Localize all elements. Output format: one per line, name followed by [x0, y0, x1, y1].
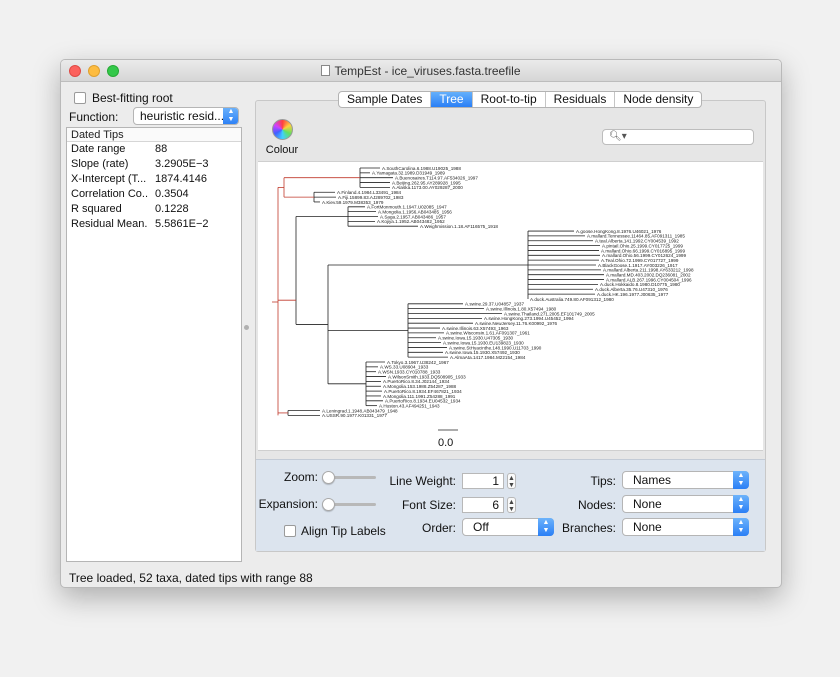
- font-size-stepper[interactable]: ▲ ▼: [507, 497, 516, 513]
- phylogenetic-tree: A.SouthCarolina.6.1988.U19025_1988A.Yama…: [272, 166, 694, 431]
- line-weight-stepper[interactable]: ▲ ▼: [507, 473, 516, 489]
- expansion-label: Expansion:: [258, 497, 318, 511]
- tree-controls: Zoom: Expansion: Align Tip Labels Line W…: [256, 459, 765, 551]
- tree-tab-panel: Colour 🔍︎▾ A.SouthCarolina.6.1988.U19025…: [255, 100, 766, 552]
- status-bar-text: Tree loaded, 52 taxa, dated tips with ra…: [69, 571, 313, 585]
- tip-label[interactable]: A.USSR.90.1977.K01331_1977: [322, 413, 387, 418]
- stat-name: R squared: [71, 203, 122, 215]
- window-title: TempEst - ice_viruses.fasta.treefile: [61, 64, 781, 78]
- font-size-field[interactable]: 6: [462, 497, 504, 513]
- tip-label[interactable]: A.Weighmission.1.18.AF116575_1918: [420, 224, 498, 229]
- best-fitting-root-checkbox[interactable]: Best-fitting root: [74, 91, 173, 105]
- view-tabs: Sample Dates Tree Root-to-tip Residuals …: [338, 91, 703, 108]
- split-pane-handle[interactable]: [244, 325, 249, 330]
- search-icon: 🔍︎▾: [609, 131, 627, 142]
- chevron-updown-icon: ▲ ▼: [538, 518, 554, 536]
- chevron-updown-icon: ▲ ▼: [733, 495, 749, 513]
- tab-root-to-tip[interactable]: Root-to-tip: [471, 92, 545, 107]
- best-fitting-root-label: Best-fitting root: [92, 91, 173, 105]
- stat-value: 0.1228: [155, 203, 189, 215]
- colour-wheel-icon: [271, 119, 293, 140]
- zoom-slider[interactable]: [322, 471, 376, 484]
- stat-name: Residual Mean...: [71, 218, 148, 230]
- chevron-updown-icon: ▲ ▼: [223, 108, 238, 124]
- align-tip-labels-checkbox[interactable]: Align Tip Labels: [284, 524, 386, 538]
- checkbox-box[interactable]: [74, 92, 86, 104]
- zoom-slider-thumb[interactable]: [322, 471, 335, 484]
- line-weight-field[interactable]: 1: [462, 473, 504, 489]
- colour-label: Colour: [265, 144, 299, 156]
- stat-name: X-Intercept (T...: [71, 173, 147, 185]
- tree-canvas[interactable]: A.SouthCarolina.6.1988.U19025_1988 A.Yama…: [258, 161, 763, 451]
- tips-label: Tips:: [590, 474, 616, 488]
- stat-value: 88: [155, 143, 168, 155]
- align-tip-labels-label: Align Tip Labels: [301, 524, 386, 538]
- tip-label[interactable]: A.duck.Australia.749.80.AF091312_1980: [530, 297, 614, 302]
- tab-tree[interactable]: Tree: [430, 92, 472, 107]
- title-bar: TempEst - ice_viruses.fasta.treefile: [61, 60, 781, 82]
- tab-sample-dates[interactable]: Sample Dates: [339, 92, 430, 107]
- tab-node-density[interactable]: Node density: [614, 92, 701, 107]
- nodes-label: Nodes:: [577, 498, 616, 512]
- order-label: Order:: [421, 521, 456, 535]
- stat-value: 1874.4146: [155, 173, 207, 185]
- branches-select[interactable]: None ▲ ▼: [622, 518, 749, 536]
- table-row[interactable]: Slope (rate) 3.2905E−3: [67, 157, 241, 172]
- chevron-updown-icon: ▲ ▼: [733, 471, 749, 489]
- stat-value: 0.3504: [155, 188, 189, 200]
- stat-name: Slope (rate): [71, 158, 129, 170]
- document-icon: [321, 65, 331, 76]
- function-label: Function:: [69, 110, 119, 124]
- tips-select[interactable]: Names ▲ ▼: [622, 471, 749, 489]
- table-row[interactable]: X-Intercept (T... 1874.4146: [67, 172, 241, 187]
- table-row[interactable]: Residual Mean... 5.5861E−2: [67, 217, 241, 232]
- font-size-label: Font Size:: [401, 498, 456, 512]
- tip-label[interactable]: A.Alaska.1173.00.AY029287_2000: [392, 185, 463, 190]
- scale-bar-label: 0.0: [438, 437, 454, 449]
- expansion-slider[interactable]: [322, 498, 376, 511]
- app-window: TempEst - ice_viruses.fasta.treefile Bes…: [60, 59, 782, 588]
- tab-residuals[interactable]: Residuals: [544, 92, 615, 107]
- nodes-select[interactable]: None ▲ ▼: [622, 495, 749, 513]
- colour-button[interactable]: Colour: [262, 119, 302, 156]
- table-header: Dated Tips: [67, 128, 241, 142]
- zoom-label: Zoom:: [283, 470, 318, 484]
- stat-name: Date range: [71, 143, 126, 155]
- stat-name: Correlation Co...: [71, 188, 148, 200]
- tip-label[interactable]: A.AlmaAta.1417.1984.M22154_1984: [450, 355, 526, 360]
- branches-label: Branches:: [561, 521, 616, 535]
- function-select[interactable]: heuristic resid... ▲ ▼: [133, 107, 239, 125]
- table-row[interactable]: Correlation Co... 0.3504: [67, 187, 241, 202]
- stat-value: 3.2905E−3: [155, 158, 209, 170]
- checkbox-box[interactable]: [284, 525, 296, 537]
- table-row[interactable]: Date range 88: [67, 142, 241, 157]
- chevron-updown-icon: ▲ ▼: [733, 518, 749, 536]
- line-weight-label: Line Weight:: [389, 474, 457, 488]
- order-select[interactable]: Off ▲ ▼: [462, 518, 554, 536]
- dated-tips-table: Dated Tips Date range 88 Slope (rate) 3.290…: [66, 127, 242, 562]
- table-row[interactable]: R squared 0.1228: [67, 202, 241, 217]
- expansion-slider-thumb[interactable]: [322, 498, 335, 511]
- stat-value: 5.5861E−2: [155, 218, 209, 230]
- search-input[interactable]: 🔍︎▾: [602, 129, 754, 145]
